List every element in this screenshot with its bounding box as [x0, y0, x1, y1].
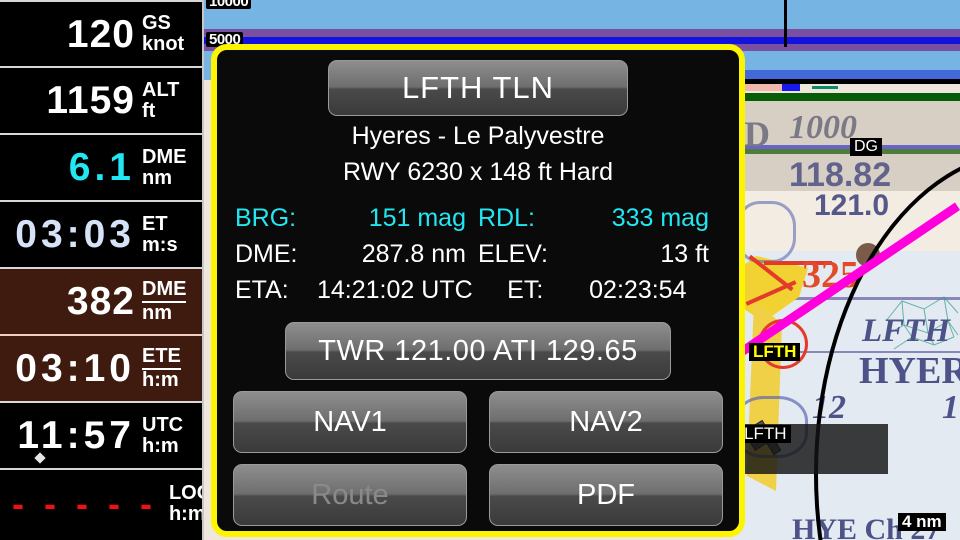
info-row-distance: DME: 287.8 nm ELEV: 13 ft: [235, 236, 721, 272]
radial-cell: RDL: 333 mag: [478, 200, 721, 236]
terrain-strip-blue: [782, 84, 800, 91]
chart-label-325: 325: [802, 254, 859, 296]
gs-units: GS knot: [142, 13, 202, 55]
utc-unit-suffix: h:m: [142, 434, 179, 457]
data-row-alt[interactable]: 1159 ALT ft: [0, 68, 202, 135]
ete-units: ETE h:m: [142, 346, 202, 391]
gs-unit-label: GS: [142, 12, 171, 34]
alt-units: ALT ft: [142, 78, 202, 122]
chart-label-12: 12: [812, 389, 846, 426]
rdl-label: RDL:: [478, 204, 535, 232]
brg-value: 151 mag: [368, 204, 466, 232]
ete-value: 03:10: [15, 347, 135, 390]
chart-label-freq-121: 121.0: [814, 189, 890, 222]
elev-cell: ELEV: 13 ft: [478, 236, 721, 272]
airspace-band-purple: [204, 29, 960, 37]
alt-value: 1159: [46, 79, 135, 122]
chart-label-hyeres: HYERES: [859, 350, 960, 392]
instrument-sidebar: 120 GS knot 1159 ALT ft 6.1 DME nm 03:03…: [0, 0, 204, 540]
brg-label: BRG:: [235, 204, 297, 232]
dme-dest-units: DME nm: [142, 279, 202, 324]
alt-unit-suffix: ft: [142, 99, 156, 122]
elev-label: ELEV:: [478, 240, 548, 268]
map-scale-indicator[interactable]: 4 nm: [898, 513, 946, 531]
elev-value: 13 ft: [660, 240, 709, 268]
profile-vertical-line: [784, 0, 787, 47]
eta-value: 14:21:02 UTC: [317, 276, 473, 304]
chart-obstacle-dot: [856, 243, 880, 267]
chart-label-1: 1: [942, 389, 959, 426]
utc-units: UTC h:m: [142, 413, 202, 457]
data-row-dme-dest[interactable]: 382 DME nm: [0, 269, 202, 336]
airport-name-label: Hyeres - Le Palyvestre: [351, 122, 605, 150]
dme-near-value: 6.1: [68, 146, 135, 189]
nav1-button[interactable]: NAV1: [233, 391, 467, 453]
info-row-bearing: BRG: 151 mag RDL: 333 mag: [235, 200, 721, 236]
utc-value: 11:57: [17, 414, 135, 457]
log-value: - - - - -: [12, 482, 157, 524]
data-row-ete[interactable]: 03:10 ETE h:m: [0, 336, 202, 403]
map-label-lfth: LFTH: [740, 425, 791, 443]
map-label-lfth-selected: LFTH: [749, 343, 801, 361]
data-row-log[interactable]: - - - - - LOG h:m: [0, 470, 202, 537]
dme-dest-unit-label: DME: [142, 279, 187, 303]
airport-info-table: BRG: 151 mag RDL: 333 mag DME: 287.8 nm …: [227, 200, 729, 308]
sectional-chart: D 1000 118.82 121.0 325 LFTH HYERES 12 1…: [734, 101, 960, 540]
utc-unit-label: UTC: [142, 413, 184, 436]
et-cell: ET: 02:23:54: [507, 272, 721, 308]
dme-cell: DME: 287.8 nm: [235, 236, 478, 272]
chart-label-1000: 1000: [789, 109, 857, 146]
log-unit-suffix: h:m: [168, 502, 202, 525]
app-root: 10000 5000 D 1000 118.82 121.0 325 LFTH …: [0, 0, 960, 540]
altitude-label-10000: 10000: [206, 0, 252, 9]
chart-water-outline-2: [736, 201, 796, 263]
et-label: ET:: [507, 276, 544, 304]
et-unit-suffix: m:s: [142, 233, 178, 256]
dme-dest-value: 382: [66, 280, 135, 323]
nav-button-row: NAV1 NAV2: [227, 391, 729, 453]
airspace-band-softblue: [734, 70, 960, 79]
gs-value: 120: [66, 12, 135, 56]
route-button: Route: [233, 464, 467, 526]
runway-info-label: RWY 6230 x 148 ft Hard: [342, 158, 614, 186]
pdf-button[interactable]: PDF: [489, 464, 723, 526]
eta-label: ETA:: [235, 276, 289, 304]
terrain-strip-green: [734, 93, 960, 101]
data-row-dme-near[interactable]: 6.1 DME nm: [0, 135, 202, 202]
rdl-value: 333 mag: [611, 204, 709, 232]
alt-unit-label: ALT: [142, 78, 180, 101]
airspace-band-blue: [204, 37, 960, 44]
dme-dest-unit-suffix: nm: [142, 302, 172, 324]
info-row-eta: ETA: 14:21:02 UTC ET: 02:23:54: [235, 272, 721, 308]
data-row-gs[interactable]: 120 GS knot: [0, 0, 202, 68]
dme-near-units: DME nm: [142, 145, 202, 189]
chart-label-D: D: [744, 114, 770, 154]
map-label-dg: DG: [850, 138, 882, 156]
et-unit-label: ET: [142, 212, 168, 235]
chart-label-lfth: LFTH: [862, 313, 950, 349]
terrain-tick-teal: [812, 86, 838, 89]
dme-near-unit-label: DME: [142, 145, 187, 168]
eta-cell: ETA: 14:21:02 UTC: [235, 272, 507, 308]
nav2-button[interactable]: NAV2: [489, 391, 723, 453]
airport-identifier-button[interactable]: LFTH TLN: [328, 60, 628, 116]
action-button-row: Route PDF: [227, 464, 729, 526]
ete-unit-suffix: h:m: [142, 369, 179, 391]
airport-info-dialog: LFTH TLN Hyeres - Le Palyvestre RWY 6230…: [211, 44, 745, 537]
et-value: 02:23:54: [589, 276, 687, 304]
data-row-et[interactable]: 03:03 ET m:s: [0, 202, 202, 269]
dme-value: 287.8 nm: [361, 240, 466, 268]
frequencies-button[interactable]: TWR 121.00 ATI 129.65: [285, 322, 671, 380]
ete-unit-label: ETE: [142, 346, 181, 370]
gs-unit-suffix: knot: [142, 33, 185, 55]
dme-near-unit-suffix: nm: [142, 166, 172, 189]
log-units: LOG h:m: [168, 481, 202, 525]
et-value: 03:03: [15, 213, 135, 256]
data-row-utc[interactable]: 11:57 UTC h:m: [0, 403, 202, 470]
et-units: ET m:s: [142, 212, 202, 256]
dme-label: DME:: [235, 240, 298, 268]
log-unit-label: LOG: [168, 481, 202, 504]
bearing-cell: BRG: 151 mag: [235, 200, 478, 236]
